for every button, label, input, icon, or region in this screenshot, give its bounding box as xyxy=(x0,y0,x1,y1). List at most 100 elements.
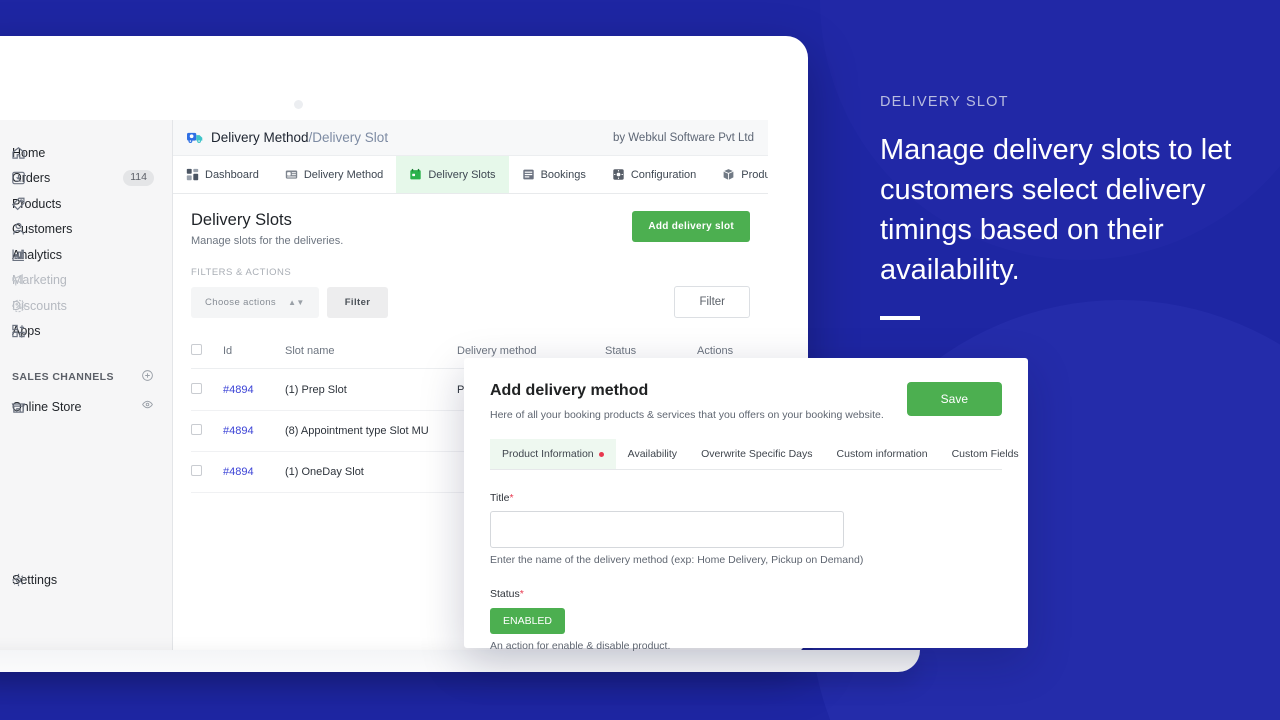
promo-headline: Manage delivery slots to let customers s… xyxy=(880,134,1232,287)
row-checkbox[interactable] xyxy=(191,451,223,493)
dashboard-grid-icon xyxy=(186,168,199,181)
vendor-label: by Webkul Software Pvt Ltd xyxy=(612,131,754,144)
column-header: Id xyxy=(223,336,285,369)
page-title: Delivery Slots xyxy=(191,211,292,229)
tab-products[interactable]: Products xyxy=(709,156,768,193)
sidebar-section-sales-channels: Sales channels xyxy=(0,366,172,388)
sidebar-item-home[interactable]: Home xyxy=(0,140,172,166)
apply-filter-button[interactable]: Filter xyxy=(326,286,389,318)
modal-tab-availability[interactable]: Availability xyxy=(616,439,689,469)
sidebar-nav-list: Home Orders 114 Products Customers Analytics M… xyxy=(0,140,172,344)
modal-tab-label: Custom Fields xyxy=(951,448,1019,460)
promo-eyebrow: DELIVERY SLOT xyxy=(880,94,1009,110)
checkbox-icon[interactable] xyxy=(191,465,202,476)
select-all-checkbox[interactable] xyxy=(191,336,223,369)
modal-subtitle: Here of all your booking products & serv… xyxy=(490,409,884,421)
promo-underline xyxy=(880,316,920,321)
row-checkbox[interactable] xyxy=(191,410,223,452)
sidebar-item-apps[interactable]: Apps xyxy=(0,319,172,345)
add-delivery-slot-button[interactable]: Add delivery slot xyxy=(632,211,750,242)
choose-actions-label: Choose actions xyxy=(205,296,277,308)
title-input[interactable] xyxy=(490,511,844,548)
checkbox-icon[interactable] xyxy=(191,382,202,394)
tab-label: Bookings xyxy=(540,168,586,181)
slot-name-cell: (8) Appointment type Slot MU xyxy=(285,410,457,452)
tab-bookings[interactable]: Bookings xyxy=(509,156,599,193)
tab-configuration[interactable]: Configuration xyxy=(599,156,709,193)
sales-channels-label: Sales channels xyxy=(12,371,114,383)
slot-id-link[interactable]: #4894 xyxy=(223,425,254,437)
modal-tab-custom-fields[interactable]: Custom Fields xyxy=(940,439,1031,469)
modal-tab-label: Product Information xyxy=(502,448,594,460)
promo-panel: DELIVERY SLOT Manage delivery slots to l… xyxy=(880,94,1250,321)
row-checkbox[interactable] xyxy=(191,368,223,411)
tab-label: Delivery Slots xyxy=(428,168,496,181)
title-label-text: Title xyxy=(490,492,510,504)
orders-count-badge: 114 xyxy=(123,170,154,187)
modal-tab-custom-information[interactable]: Custom information xyxy=(825,439,940,469)
tab-dashboard[interactable]: Dashboard xyxy=(173,156,272,193)
slot-id-link[interactable]: #4894 xyxy=(223,466,254,478)
sidebar-item-customers[interactable]: Customers xyxy=(0,217,172,243)
status-label-text: Status xyxy=(490,588,520,600)
title-field-help: Enter the name of the delivery method (e… xyxy=(490,554,864,566)
sidebar-item-analytics[interactable]: Analytics xyxy=(0,242,172,268)
screenshot-root: Home Orders 114 Products Customers Analytics M… xyxy=(0,0,1280,720)
modal-tab-product-information[interactable]: Product Information xyxy=(490,439,616,469)
sidebar-item-products[interactable]: Products xyxy=(0,191,172,217)
tab-delivery-slots[interactable]: Delivery Slots xyxy=(396,156,509,193)
slot-name-cell: (1) Prep Slot xyxy=(285,368,457,411)
save-button[interactable]: Save xyxy=(906,382,1002,416)
chevron-updown-icon: ▲▼ xyxy=(288,297,305,307)
filter-panel-button[interactable]: Filter xyxy=(674,286,750,318)
app-breadcrumb: Delivery Method/Delivery Slot xyxy=(211,130,388,145)
modal-title: Add delivery method xyxy=(490,382,649,399)
breadcrumb-sub: /Delivery Slot xyxy=(308,130,389,145)
apps-icon xyxy=(10,323,27,340)
tab-label: Products xyxy=(741,168,768,181)
slot-name-cell: (1) OneDay Slot xyxy=(285,451,457,493)
modal-tab-label: Availability xyxy=(627,448,678,460)
online-store-icon xyxy=(10,398,27,415)
sidebar-item-orders[interactable]: Orders 114 xyxy=(0,166,172,192)
bookings-list-icon xyxy=(522,168,535,181)
required-asterisk: * xyxy=(519,588,524,600)
delivery-truck-icon xyxy=(187,130,204,145)
modal-tab-label: Custom information xyxy=(836,448,928,460)
add-channel-plus-icon[interactable] xyxy=(141,369,154,385)
status-enabled-toggle[interactable]: ENABLED xyxy=(490,608,566,634)
delivery-method-icon xyxy=(285,168,298,181)
app-tab-bar: Dashboard Delivery Method Delivery Slots Bo… xyxy=(173,156,768,194)
required-asterisk: * xyxy=(509,492,514,504)
add-delivery-method-modal: Add delivery method Here of all your boo… xyxy=(464,358,1028,652)
status-field-help: An action for enable & disable product. xyxy=(490,640,671,652)
orders-icon xyxy=(10,170,27,187)
sidebar-item-online-store[interactable]: Online Store xyxy=(0,394,172,419)
tab-label: Configuration xyxy=(630,168,697,181)
preview-eye-icon[interactable] xyxy=(141,398,154,415)
tab-delivery-method[interactable]: Delivery Method xyxy=(272,156,396,193)
delivery-slots-calendar-icon xyxy=(409,168,422,181)
checkbox-icon[interactable] xyxy=(191,344,202,355)
checkbox-icon[interactable] xyxy=(191,424,202,435)
configuration-gear-icon xyxy=(612,168,625,181)
modal-tab-overwrite-specific-days[interactable]: Overwrite Specific Days xyxy=(689,439,824,469)
choose-actions-select[interactable]: Choose actions ▲▼ xyxy=(191,286,319,318)
slot-id-link[interactable]: #4894 xyxy=(223,384,254,396)
products-box-icon xyxy=(722,168,735,181)
discounts-icon xyxy=(10,297,27,314)
sidebar-item-marketing[interactable]: Marketing xyxy=(0,268,172,294)
analytics-icon xyxy=(10,246,27,263)
sidebar-item-settings[interactable]: Settings xyxy=(0,567,172,592)
webcam-dot-icon xyxy=(294,100,303,109)
sidebar-item-discounts[interactable]: Discounts xyxy=(0,293,172,319)
status-field-label: Status* xyxy=(490,588,1002,600)
tab-label: Delivery Method xyxy=(303,168,384,181)
laptop-base xyxy=(0,650,920,672)
column-header: Slot name xyxy=(285,336,457,369)
modal-tab-bar: Product Information Availability Overwrite… xyxy=(490,439,1019,470)
filters-and-actions-label: Filters & actions xyxy=(191,267,292,278)
modal-tab-label: Overwrite Specific Days xyxy=(701,448,813,460)
breadcrumb-main: Delivery Method xyxy=(211,130,309,145)
required-dot-icon xyxy=(598,451,604,457)
